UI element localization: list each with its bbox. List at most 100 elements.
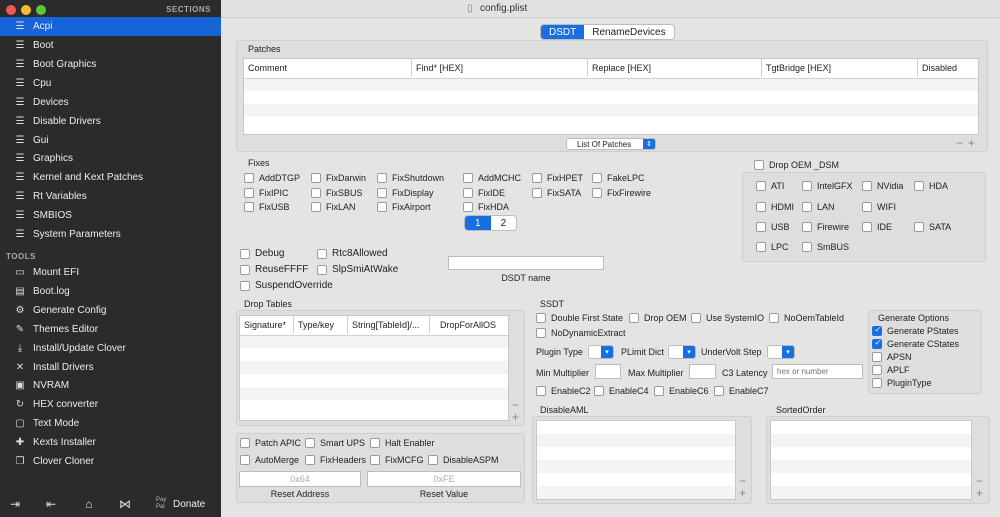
dsm-lan-checkbox[interactable]: LAN [802,202,835,212]
zoom-window-button[interactable] [36,5,46,15]
debug-checkbox[interactable]: Debug [240,248,284,259]
tab-rename-devices[interactable]: RenameDevices [584,25,673,39]
list-item[interactable] [537,486,735,499]
column-header[interactable]: Find* [HEX] [412,59,588,77]
share-icon[interactable]: ⋈ [118,497,132,511]
table-row[interactable] [244,78,978,91]
tool-themes-editor[interactable]: ✎ Themes Editor [0,320,221,339]
c3-latency-input[interactable] [772,364,863,379]
fix-adddtgp-checkbox[interactable]: AddDTGP [244,173,300,183]
column-header[interactable]: Type/key [294,316,348,334]
tool-hex-converter[interactable]: ↻ HEX converter [0,395,221,414]
list-item[interactable] [537,460,735,473]
export-icon[interactable]: ⇥ [8,497,22,511]
sidebar-item-devices[interactable]: ☰ Devices [0,93,221,112]
close-window-button[interactable] [6,5,16,15]
plugintype-checkbox[interactable]: PluginType [872,378,932,388]
generate-cstates-checkbox[interactable]: Generate CStates [872,338,959,349]
plimit-dict-select[interactable]: ▾ [668,345,696,359]
column-header[interactable]: String[TableId]/... [348,316,430,334]
apsn-checkbox[interactable]: APSN [872,352,912,362]
column-header[interactable]: Comment [244,59,412,77]
minimize-window-button[interactable] [21,5,31,15]
min-multiplier-input[interactable] [595,364,621,379]
list-item[interactable] [537,434,735,447]
patches-table[interactable]: Comment Find* [HEX] Replace [HEX] TgtBri… [243,58,979,135]
list-item[interactable] [771,460,971,473]
column-header[interactable]: Disabled [918,59,980,77]
table-row[interactable] [240,361,508,374]
fix-fixdisplay-checkbox[interactable]: FixDisplay [377,188,434,198]
fixheaders-checkbox[interactable]: FixHeaders [305,455,366,465]
double-first-state-checkbox[interactable]: Double First State [536,313,623,323]
fixmcfg-checkbox[interactable]: FixMCFG [370,455,424,465]
add-sorted-order-button[interactable]: + [976,486,983,500]
nodynamicextract-checkbox[interactable]: NoDynamicExtract [536,328,626,338]
dsm-smbus-checkbox[interactable]: SmBUS [802,242,849,252]
list-item[interactable] [771,434,971,447]
sorted-order-list[interactable] [770,420,972,500]
tool-kexts-installer[interactable]: ✚ Kexts Installer [0,433,221,452]
fix-fixhpet-checkbox[interactable]: FixHPET [532,173,583,183]
dsm-wifi-checkbox[interactable]: WIFI [862,202,896,212]
tool-install-update-clover[interactable]: ⤓ Install/Update Clover [0,339,221,358]
enablec4-checkbox[interactable]: EnableC4 [594,386,649,396]
column-header[interactable]: DropForAllOS [430,316,510,334]
table-row[interactable] [240,335,508,348]
sidebar-item-kernel-kext-patches[interactable]: ☰ Kernel and Kext Patches [0,168,221,187]
tool-boot-log[interactable]: ▤ Boot.log [0,282,221,301]
dsm-ati-checkbox[interactable]: ATI [756,181,784,191]
fix-fixide-checkbox[interactable]: FixIDE [463,188,505,198]
dsm-lpc-checkbox[interactable]: LPC [756,242,789,252]
reset-value-input[interactable]: 0xFE [367,471,521,487]
suspendoverride-checkbox[interactable]: SuspendOverride [240,280,333,291]
add-disable-aml-button[interactable]: + [739,486,746,500]
sidebar-item-disable-drivers[interactable]: ☰ Disable Drivers [0,112,221,131]
drop-oem-dsm-checkbox[interactable]: Drop OEM _DSM [754,160,839,170]
sidebar-item-cpu[interactable]: ☰ Cpu [0,74,221,93]
patch-apic-checkbox[interactable]: Patch APIC [240,438,301,448]
max-multiplier-input[interactable] [689,364,716,379]
generate-pstates-checkbox[interactable]: Generate PStates [872,325,959,336]
fix-fixhda-checkbox[interactable]: FixHDA [463,202,509,212]
donate-button[interactable]: Donate [173,499,205,510]
automerge-checkbox[interactable]: AutoMerge [240,455,299,465]
dsm-hdmi-checkbox[interactable]: HDMI [756,202,794,212]
reset-address-input[interactable]: 0x64 [239,471,361,487]
smart-ups-checkbox[interactable]: Smart UPS [305,438,365,448]
tool-generate-config[interactable]: ⚙ Generate Config [0,301,221,320]
page-1-button[interactable]: 1 [465,216,491,230]
tool-clover-cloner[interactable]: ❐ Clover Cloner [0,452,221,471]
sidebar-item-system-parameters[interactable]: ☰ System Parameters [0,225,221,244]
fix-fixipic-checkbox[interactable]: FixIPIC [244,188,289,198]
fix-fixairport-checkbox[interactable]: FixAirport [377,202,431,212]
tab-dsdt[interactable]: DSDT [541,25,585,39]
dsm-nvidia-checkbox[interactable]: NVidia [862,181,903,191]
fix-addmchc-checkbox[interactable]: AddMCHC [463,173,521,183]
drop-oem-checkbox[interactable]: Drop OEM [629,313,687,323]
tool-mount-efi[interactable]: ▭ Mount EFI [0,263,221,282]
add-patch-button[interactable]: + [968,136,975,150]
column-header[interactable]: TgtBridge [HEX] [762,59,918,77]
column-header[interactable]: Replace [HEX] [588,59,762,77]
fix-fixsata-checkbox[interactable]: FixSATA [532,188,581,198]
enablec7-checkbox[interactable]: EnableC7 [714,386,769,396]
tool-text-mode[interactable]: ▢ Text Mode [0,414,221,433]
fix-fixfirewire-checkbox[interactable]: FixFirewire [592,188,651,198]
sidebar-item-rt-variables[interactable]: ☰ Rt Variables [0,187,221,206]
rtc8allowed-checkbox[interactable]: Rtc8Allowed [317,248,388,259]
sidebar-item-acpi[interactable]: ☰ Acpi [0,17,221,36]
table-row[interactable] [240,387,508,400]
enablec2-checkbox[interactable]: EnableC2 [536,386,591,396]
disableaspm-checkbox[interactable]: DisableASPM [428,455,499,465]
page-2-button[interactable]: 2 [491,216,517,230]
use-systemio-checkbox[interactable]: Use SystemIO [691,313,764,323]
aplf-checkbox[interactable]: APLF [872,365,910,375]
dsdt-name-input[interactable] [448,256,604,270]
reuseffff-checkbox[interactable]: ReuseFFFF [240,264,308,275]
table-row[interactable] [244,104,978,117]
disable-aml-list[interactable] [536,420,736,500]
fix-fixsbus-checkbox[interactable]: FixSBUS [311,188,363,198]
dsm-ide-checkbox[interactable]: IDE [862,222,892,232]
tool-install-drivers[interactable]: ✕ Install Drivers [0,358,221,377]
